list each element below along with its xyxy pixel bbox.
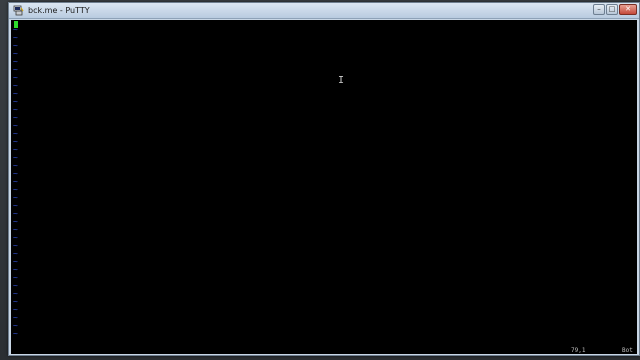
close-button[interactable]: ✕ [619, 4, 637, 15]
mouse-ibeam-cursor: I [338, 75, 345, 86]
putty-window[interactable]: bck.me - PuTTY – □ ✕ ~ ~ ~ ~ ~ ~ ~ ~ ~ ~ ~ ~ ~ ~ ~ ~ ~ ~ ~… [8, 2, 640, 356]
window-controls: – □ ✕ [593, 4, 637, 16]
vim-empty-line-markers: ~ ~ ~ ~ ~ ~ ~ ~ ~ ~ ~ ~ ~ ~ ~ ~ ~ ~ ~ ~ ~ ~ ~ ~ ~ ~ ~ ~ ~ ~ ~ ~ ~ ~ ~ ~ ~ ~ ~ [13, 26, 19, 338]
window-title: bck.me - PuTTY [28, 6, 90, 15]
minimize-button[interactable]: – [593, 4, 605, 15]
title-bar[interactable]: bck.me - PuTTY – □ ✕ [9, 3, 639, 19]
putty-icon[interactable] [13, 5, 24, 16]
status-scroll-position: Bot [622, 347, 633, 354]
maximize-button[interactable]: □ [606, 4, 618, 15]
status-cursor-position: 79,1 [571, 347, 586, 354]
terminal-screen[interactable]: ~ ~ ~ ~ ~ ~ ~ ~ ~ ~ ~ ~ ~ ~ ~ ~ ~ ~ ~ ~ ~ ~ ~ ~ ~ ~ ~ ~ ~ ~ ~ ~ ~ ~ ~ ~ ~ ~ ~ … [11, 20, 637, 354]
empty-line-marker: ~ [13, 329, 18, 338]
